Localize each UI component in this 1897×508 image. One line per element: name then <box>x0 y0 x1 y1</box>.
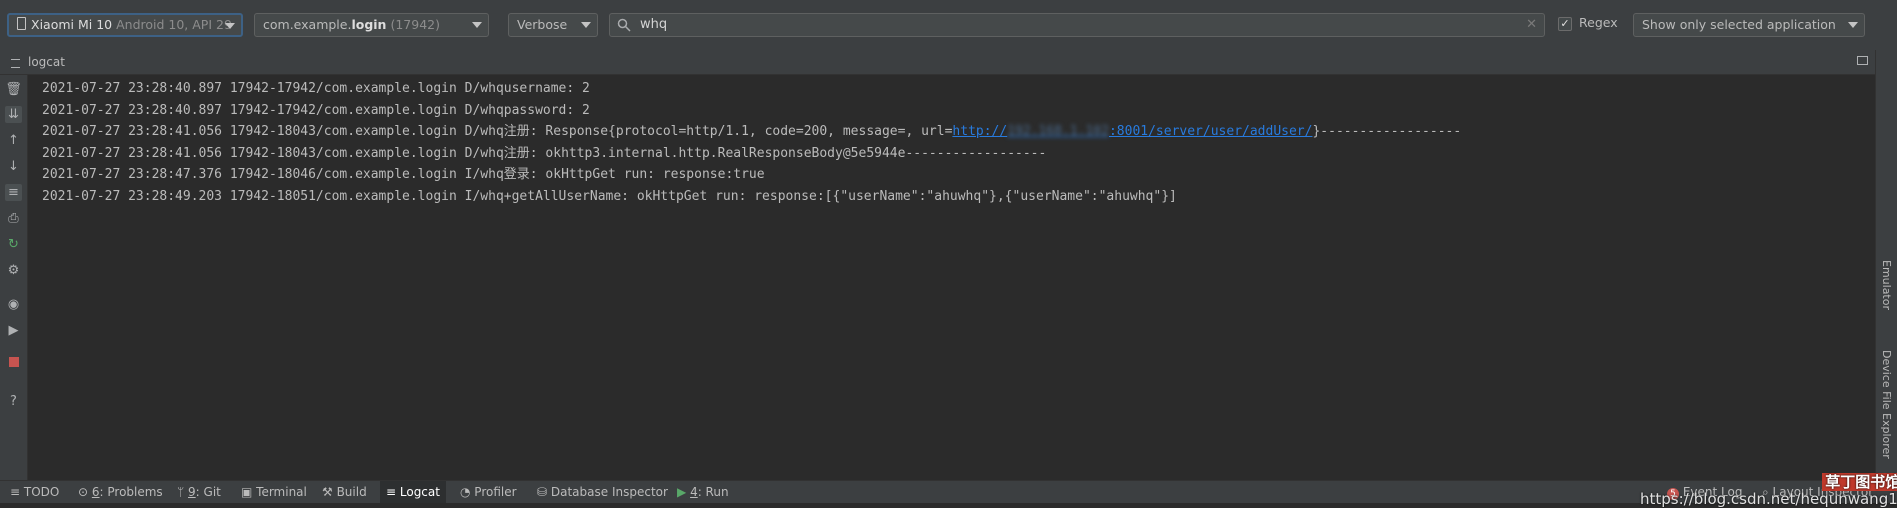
log-line-suffix: }------------------ <box>1312 124 1462 139</box>
process-name: login <box>351 17 387 32</box>
tab-problems[interactable]: ⊙ 6: Problems <box>78 481 163 503</box>
search-icon <box>617 18 631 32</box>
tab-database-inspector-label: Database Inspector <box>550 485 668 499</box>
tab-run-label: : Run <box>697 485 729 499</box>
log-url-link[interactable]: http://192.168.1.102:8001/server/user/ad… <box>952 124 1312 139</box>
print-icon[interactable]: ⎙ <box>5 210 22 227</box>
screenshot-icon[interactable]: ◉ <box>5 296 22 313</box>
layout-settings-icon[interactable] <box>1857 56 1868 65</box>
down-arrow-icon[interactable]: ↓ <box>5 158 22 175</box>
log-line: 2021-07-27 23:28:41.056 17942-18043/com.… <box>42 146 1047 161</box>
regex-checkbox[interactable]: ✓ <box>1558 17 1572 31</box>
chevron-down-icon <box>581 22 591 28</box>
log-url-scheme: http:// <box>952 124 1008 139</box>
tab-logcat-label: Logcat <box>399 485 440 499</box>
tab-git-label: : Git <box>195 485 221 499</box>
log-line: 2021-07-27 23:28:49.203 17942-18051/com.… <box>42 189 1177 204</box>
run-icon: ▶ <box>677 485 687 499</box>
scroll-to-end-icon[interactable]: ⇊ <box>5 106 22 123</box>
tab-todo[interactable]: ≡ TODO <box>10 481 59 503</box>
search-value: whq <box>640 17 668 32</box>
screen-record-icon[interactable]: ▶ <box>5 322 22 339</box>
help-icon[interactable]: ? <box>5 393 22 410</box>
log-line-prefix: 2021-07-27 23:28:41.056 17942-18043/com.… <box>42 124 953 139</box>
logcat-toolbar: Xiaomi Mi 10 Android 10, API 29 com.exam… <box>0 0 1897 51</box>
chevron-down-icon <box>1848 22 1858 28</box>
tool-window-bar: ≡ TODO ⊙ 6: Problems ᛘ 9: Git ▣ Terminal… <box>0 480 1897 503</box>
log-line: 2021-07-27 23:28:40.897 17942-17942/com.… <box>42 81 590 96</box>
tab-run[interactable]: ▶ 4: Run <box>677 481 729 503</box>
device-file-explorer-tab[interactable]: Device File Explorer <box>1880 350 1893 459</box>
tab-run-number: 4 <box>690 485 698 499</box>
tab-git[interactable]: ᛘ 9: Git <box>177 481 221 503</box>
tab-problems-number: 6 <box>91 485 100 499</box>
phone-icon <box>17 17 26 30</box>
process-selector[interactable]: com.example.login (17942) <box>254 13 489 37</box>
soft-wrap-icon[interactable]: ≡ <box>5 184 22 201</box>
emulator-tab[interactable]: Emulator <box>1880 260 1893 310</box>
settings-icon[interactable]: ⚙ <box>5 262 22 279</box>
tab-terminal[interactable]: ▣ Terminal <box>241 481 307 503</box>
watermark-url: https://blog.csdn.net/hequnwang10 <box>1640 490 1897 508</box>
search-input[interactable]: whq ✕ <box>609 13 1545 37</box>
log-level-value: Verbose <box>517 17 568 32</box>
log-url-host-redacted: 192.168.1.102 <box>1007 124 1109 139</box>
chevron-down-icon <box>472 22 482 28</box>
restart-icon[interactable]: ↻ <box>5 236 22 253</box>
log-line: 2021-07-27 23:28:40.897 17942-17942/com.… <box>42 103 590 118</box>
clear-search-icon[interactable]: ✕ <box>1526 14 1537 36</box>
log-url-path: :8001/server/user/addUser/ <box>1108 124 1313 139</box>
chevron-down-icon <box>225 23 235 29</box>
tab-logcat[interactable]: ≡ Logcat <box>380 481 446 503</box>
device-detail: Android 10, API 29 <box>116 17 232 32</box>
log-line: 2021-07-27 23:28:41.056 17942-18043/com.… <box>42 123 1461 141</box>
log-level-selector[interactable]: Verbose <box>508 13 598 37</box>
logcat-header-title: logcat <box>28 55 65 69</box>
right-tool-window-bar: Emulator Device File Explorer <box>1875 50 1897 480</box>
regex-label: Regex <box>1579 15 1618 30</box>
logcat-output[interactable]: 2021-07-27 23:28:40.897 17942-17942/com.… <box>28 75 1874 480</box>
watermark-brand: 草丁图书馆 <box>1640 471 1897 492</box>
tab-build-label: Build <box>336 485 367 499</box>
scrollbar-track[interactable] <box>1866 75 1874 480</box>
tab-git-number: 9 <box>188 485 196 499</box>
watermark: 草丁图书馆 https://blog.csdn.net/hequnwang10 <box>1640 471 1897 508</box>
device-name: Xiaomi Mi 10 <box>31 17 113 32</box>
stop-icon[interactable] <box>5 354 22 371</box>
logcat-side-toolbar: 🗑 ⇊ ↑ ↓ ≡ ⎙ ↻ ⚙ ◉ ▶ ? <box>0 75 28 480</box>
tab-build[interactable]: ⚒ Build <box>322 481 367 503</box>
tab-database-inspector[interactable]: ⛁ Database Inspector <box>537 481 668 503</box>
tab-todo-label: TODO <box>23 485 60 499</box>
filter-selector[interactable]: Show only selected application <box>1633 13 1865 37</box>
log-line: 2021-07-27 23:28:47.376 17942-18046/com.… <box>42 167 765 182</box>
filter-value: Show only selected application <box>1642 17 1836 32</box>
clear-logcat-icon[interactable]: 🗑 <box>5 81 22 98</box>
up-arrow-icon[interactable]: ↑ <box>5 132 22 149</box>
device-selector[interactable]: Xiaomi Mi 10 Android 10, API 29 <box>7 13 243 37</box>
tab-terminal-label: Terminal <box>256 485 307 499</box>
process-prefix: com.example. <box>263 17 352 32</box>
tab-problems-label: : Problems <box>99 485 163 499</box>
tab-profiler[interactable]: ◔ Profiler <box>460 481 517 503</box>
logcat-tab-icon <box>11 59 20 68</box>
tab-profiler-label: Profiler <box>474 485 517 499</box>
logcat-header: logcat <box>0 50 1897 75</box>
process-pid: (17942) <box>390 17 440 32</box>
